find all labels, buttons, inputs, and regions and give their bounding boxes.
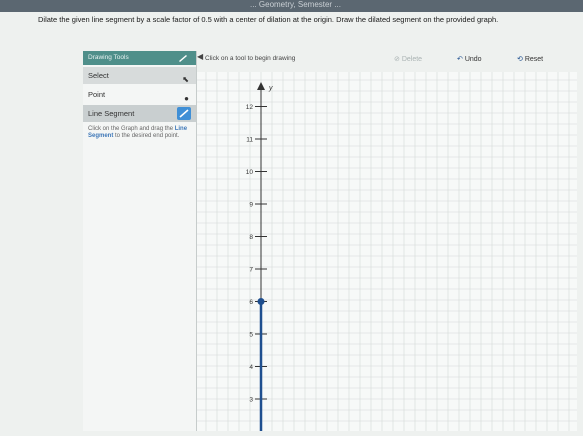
drawing-graph[interactable]: y 3 4 5 6 7 8 9 10 11 12 xyxy=(197,72,577,431)
drawing-tools-panel: Drawing Tools Select ⬉ Point ● Line Segm… xyxy=(83,51,197,431)
y-tick-label: 4 xyxy=(249,364,253,371)
y-tick-label: 8 xyxy=(249,234,253,241)
tool-select[interactable]: Select ⬉ xyxy=(83,67,196,84)
undo-icon: ↶ xyxy=(457,56,463,63)
y-tick-label: 10 xyxy=(246,169,254,176)
tool-point[interactable]: Point ● xyxy=(83,86,196,103)
panel-title: Drawing Tools xyxy=(88,54,129,61)
delete-button[interactable]: ⊘ Delete xyxy=(394,53,422,66)
tool-point-label: Point xyxy=(88,90,106,99)
y-tick-label: 11 xyxy=(246,137,253,144)
y-tick-label: 6 xyxy=(249,299,253,306)
pen-icon xyxy=(179,55,187,62)
y-tick-label: 12 xyxy=(246,104,254,111)
y-axis-label: y xyxy=(268,85,273,92)
y-tick-label: 3 xyxy=(249,397,253,404)
coordinate-grid[interactable]: y 3 4 5 6 7 8 9 10 11 12 xyxy=(197,72,577,431)
top-bar: ... Geometry, Semester ... xyxy=(0,0,583,12)
graph-toolbar: Click on a tool to begin drawing ⊘ Delet… xyxy=(205,52,575,68)
reset-button[interactable]: ⟲ Reset xyxy=(517,53,543,66)
tool-select-label: Select xyxy=(88,71,109,80)
reset-icon: ⟲ xyxy=(517,56,523,63)
y-axis-arrow xyxy=(257,82,265,90)
y-tick-label: 7 xyxy=(249,267,253,274)
y-tick-label: 9 xyxy=(249,202,253,209)
tool-instruction: Click on the Graph and drag the Line Seg… xyxy=(88,126,188,139)
collapse-panel-icon[interactable]: ◀ xyxy=(197,52,203,61)
y-tick-label: 5 xyxy=(249,332,253,339)
line-segment-icon xyxy=(177,107,191,120)
tool-line-segment[interactable]: Line Segment xyxy=(83,105,196,122)
breadcrumb: ... Geometry, Semester ... xyxy=(250,0,341,9)
undo-button[interactable]: ↶ Undo xyxy=(457,53,482,66)
delete-icon: ⊘ xyxy=(394,56,400,63)
panel-header: Drawing Tools xyxy=(83,51,196,65)
tool-line-segment-label: Line Segment xyxy=(88,109,135,118)
question-text: Dilate the given line segment by a scale… xyxy=(38,15,499,24)
toolbar-hint: Click on a tool to begin drawing xyxy=(205,55,296,62)
segment-endpoint[interactable] xyxy=(257,298,265,305)
